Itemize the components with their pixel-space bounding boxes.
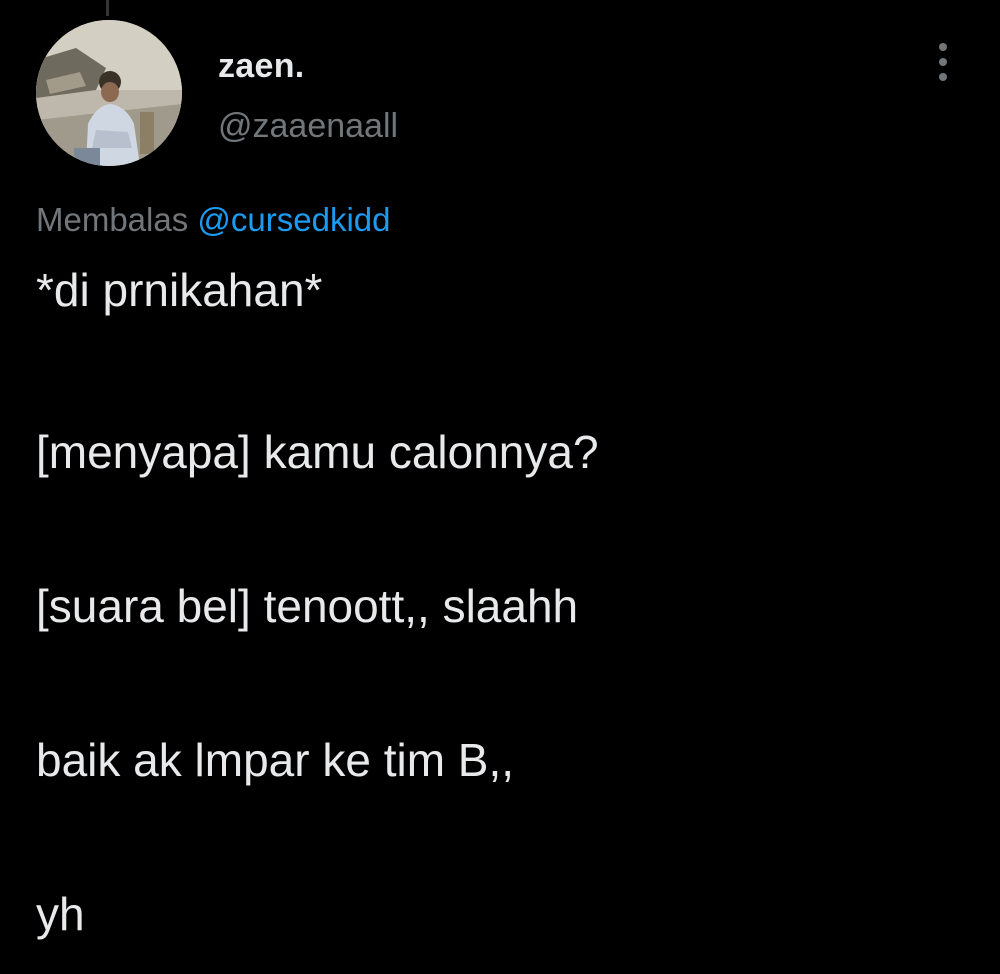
more-options-vertical-icon — [939, 43, 947, 81]
tweet-line: *di prnikahan* — [36, 264, 323, 316]
tweet-line: [menyapa] kamu calonnya? — [36, 426, 599, 478]
display-name[interactable]: zaen. — [218, 46, 398, 86]
tweet-line: [suara bel] tenoott,, slaahh — [36, 580, 579, 632]
tweet-line: baik ak lmpar ke tim B,, — [36, 734, 515, 786]
tweet-header: zaen. @zaaenaall — [36, 20, 966, 170]
tweet-line: yh — [36, 888, 85, 940]
reply-context: Membalas @cursedkidd — [36, 200, 391, 240]
avatar-photo — [36, 20, 182, 166]
thread-connector-line — [106, 0, 109, 16]
reply-mention-link[interactable]: @cursedkidd — [197, 201, 390, 238]
reply-prefix: Membalas — [36, 201, 189, 238]
user-info[interactable]: zaen. @zaaenaall — [218, 46, 398, 146]
more-options-button[interactable] — [928, 40, 958, 84]
avatar[interactable] — [36, 20, 182, 166]
user-handle[interactable]: @zaaenaall — [218, 106, 398, 146]
